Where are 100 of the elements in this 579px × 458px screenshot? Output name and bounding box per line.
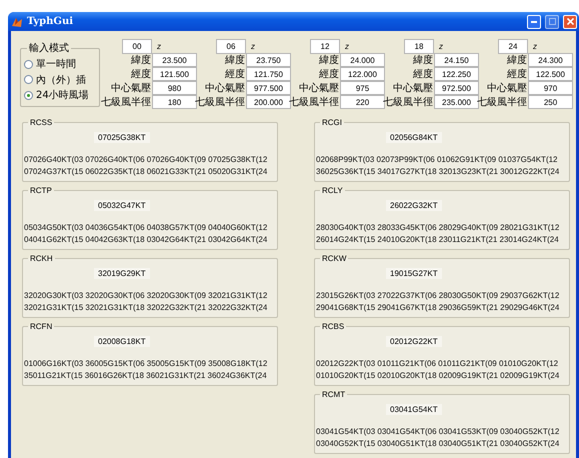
station-code: RCSS bbox=[29, 118, 54, 127]
unit-label: z bbox=[533, 42, 537, 50]
input-field[interactable]: 121.500 bbox=[152, 67, 197, 81]
station-code: RCGI bbox=[321, 118, 343, 127]
station-code: RCFN bbox=[29, 322, 54, 331]
forecast-line: 28030G40KT(03 28033G45KT(06 28029G40KT(09 28021G31KT(12 bbox=[316, 223, 560, 232]
input-field[interactable]: 23.750 bbox=[246, 53, 291, 67]
field-label: 緯度 bbox=[224, 54, 246, 67]
minimize-icon bbox=[531, 20, 537, 22]
station-code: RCKW bbox=[321, 254, 348, 263]
unit-label: z bbox=[439, 42, 443, 50]
unit-label: z bbox=[251, 42, 255, 50]
station-code: RCLY bbox=[321, 186, 344, 195]
field-label: 七級風半徑 bbox=[100, 96, 152, 109]
field-label: 經度 bbox=[412, 68, 434, 81]
current-wind: 05032G47KT bbox=[94, 200, 150, 211]
window-title: TyphGui bbox=[27, 16, 74, 27]
field-label: 中心氣壓 bbox=[486, 82, 528, 95]
current-wind: 03041G54KT bbox=[386, 404, 442, 415]
radio-button[interactable] bbox=[24, 60, 33, 68]
field-label: 七級風半徑 bbox=[382, 96, 434, 109]
forecast-line: 01006G16KT(03 36005G15KT(06 35005G15KT(09 35008G18KT(12 bbox=[24, 359, 268, 368]
input-field[interactable]: 220 bbox=[340, 95, 385, 109]
input-field[interactable]: 972.500 bbox=[434, 81, 479, 95]
input-field[interactable]: 235.000 bbox=[434, 95, 479, 109]
forecast-line: 07026G40KT(03 07026G40KT(06 07026G40KT(09 07025G38KT(12 bbox=[24, 155, 268, 164]
field-label: 經度 bbox=[506, 68, 528, 81]
field-label: 中心氣壓 bbox=[392, 82, 434, 95]
app-icon bbox=[11, 16, 23, 28]
field-label: 七級風半徑 bbox=[288, 96, 340, 109]
current-wind: 19015G27KT bbox=[386, 268, 442, 279]
group-title: 輸入模式 bbox=[28, 42, 70, 55]
field-label: 經度 bbox=[318, 68, 340, 81]
station-code: RCTP bbox=[29, 186, 53, 195]
input-field[interactable]: 970 bbox=[528, 81, 573, 95]
input-field[interactable]: 23.500 bbox=[152, 53, 197, 67]
station-code: RCBS bbox=[321, 322, 346, 331]
input-field[interactable]: 121.750 bbox=[246, 67, 291, 81]
unit-label: z bbox=[157, 42, 161, 50]
hour-field[interactable]: 06 bbox=[216, 39, 246, 54]
forecast-line: 04041G62KT(15 04042G63KT(18 03042G64KT(21 03042G64KT(24 bbox=[24, 235, 268, 244]
forecast-line: 05034G50KT(03 04036G54KT(06 04038G57KT(09 04040G60KT(12 bbox=[24, 223, 268, 232]
radio-label: 24小時風場 bbox=[36, 88, 89, 102]
forecast-line: 02012G22KT(03 01011G21KT(06 01011G21KT(09 01010G20KT(12 bbox=[316, 359, 558, 368]
input-field[interactable]: 977.500 bbox=[246, 81, 291, 95]
station-code: RCKH bbox=[29, 254, 54, 263]
forecast-line: 03041G54KT(03 03041G54KT(06 03041G53KT(09 03040G52KT(12 bbox=[316, 427, 560, 436]
input-field[interactable]: 980 bbox=[152, 81, 197, 95]
forecast-line: 35011G21KT(15 36016G26KT(18 36021G31KT(21 36024G36KT(24 bbox=[24, 371, 267, 380]
close-button[interactable] bbox=[563, 14, 577, 28]
radio-label: 內（外）插 bbox=[36, 74, 86, 86]
forecast-line: 36025G36KT(15 34017G27KT(18 32013G23KT(21 30012G22KT(24 bbox=[316, 167, 560, 176]
hour-field[interactable]: 18 bbox=[404, 39, 434, 54]
field-label: 七級風半徑 bbox=[476, 96, 528, 109]
hour-field[interactable]: 24 bbox=[498, 39, 528, 54]
input-field[interactable]: 122.500 bbox=[528, 67, 573, 81]
current-wind: 07025G38KT bbox=[94, 132, 150, 143]
input-field[interactable]: 24.150 bbox=[434, 53, 479, 67]
forecast-line: 01010G20KT(15 02010G20KT(18 02009G19KT(21 02009G19KT(24 bbox=[316, 371, 560, 380]
hour-field[interactable]: 00 bbox=[122, 39, 152, 54]
input-field[interactable]: 122.250 bbox=[434, 67, 479, 81]
current-wind: 32019G29KT bbox=[94, 268, 150, 279]
current-wind: 02008G18KT bbox=[94, 336, 150, 347]
field-label: 中心氣壓 bbox=[298, 82, 340, 95]
forecast-line: 32021G31KT(15 32021G31KT(18 32022G32KT(21 32022G32KT(24 bbox=[24, 303, 268, 312]
forecast-line: 02068P99KT(03 02073P99KT(06 01062G91KT(09 01037G54KT(12 bbox=[316, 155, 558, 164]
forecast-line: 03040G52KT(15 03040G51KT(18 03040G51KT(21 03040G52KT(24 bbox=[316, 439, 560, 448]
forecast-line: 07024G37KT(15 06022G35KT(18 06021G33KT(21 05020G31KT(24 bbox=[24, 167, 268, 176]
radio-button[interactable] bbox=[24, 75, 33, 84]
input-field[interactable]: 250 bbox=[528, 95, 573, 109]
unit-label: z bbox=[345, 42, 349, 50]
field-label: 緯度 bbox=[412, 54, 434, 67]
forecast-line: 23015G26KT(03 27022G37KT(06 28030G50KT(09 29037G62KT(12 bbox=[316, 291, 560, 300]
radio-button[interactable] bbox=[24, 90, 33, 100]
input-field[interactable]: 180 bbox=[152, 95, 197, 109]
station-code: RCMT bbox=[321, 390, 346, 399]
current-wind: 02056G84KT bbox=[386, 132, 442, 143]
hour-field[interactable]: 12 bbox=[310, 39, 340, 54]
minimize-button[interactable] bbox=[527, 14, 541, 28]
input-field[interactable]: 24.300 bbox=[528, 53, 573, 67]
input-field[interactable]: 24.000 bbox=[340, 53, 385, 67]
field-label: 經度 bbox=[130, 68, 152, 81]
forecast-line: 32020G30KT(03 32020G30KT(06 32020G30KT(09 32021G31KT(12 bbox=[24, 291, 268, 300]
field-label: 中心氣壓 bbox=[204, 82, 246, 95]
field-label: 經度 bbox=[224, 68, 246, 81]
maximize-button[interactable] bbox=[545, 14, 559, 28]
input-field[interactable]: 200.000 bbox=[246, 95, 291, 109]
current-wind: 26022G32KT bbox=[386, 200, 442, 211]
field-label: 緯度 bbox=[506, 54, 528, 67]
current-wind: 02012G22KT bbox=[386, 336, 442, 347]
field-label: 緯度 bbox=[318, 54, 340, 67]
input-field[interactable]: 975 bbox=[340, 81, 385, 95]
input-field[interactable]: 122.000 bbox=[340, 67, 385, 81]
forecast-line: 29041G68KT(15 29041G67KT(18 29036G59KT(21 29029G46KT(24 bbox=[316, 303, 560, 312]
field-label: 中心氣壓 bbox=[110, 82, 152, 95]
radio-label: 單一時間 bbox=[36, 58, 76, 71]
maximize-icon bbox=[548, 18, 556, 25]
forecast-line: 26014G24KT(15 24010G20KT(18 23011G21KT(21 23014G24KT(24 bbox=[316, 235, 559, 244]
close-icon bbox=[566, 18, 574, 25]
field-label: 七級風半徑 bbox=[194, 96, 246, 109]
